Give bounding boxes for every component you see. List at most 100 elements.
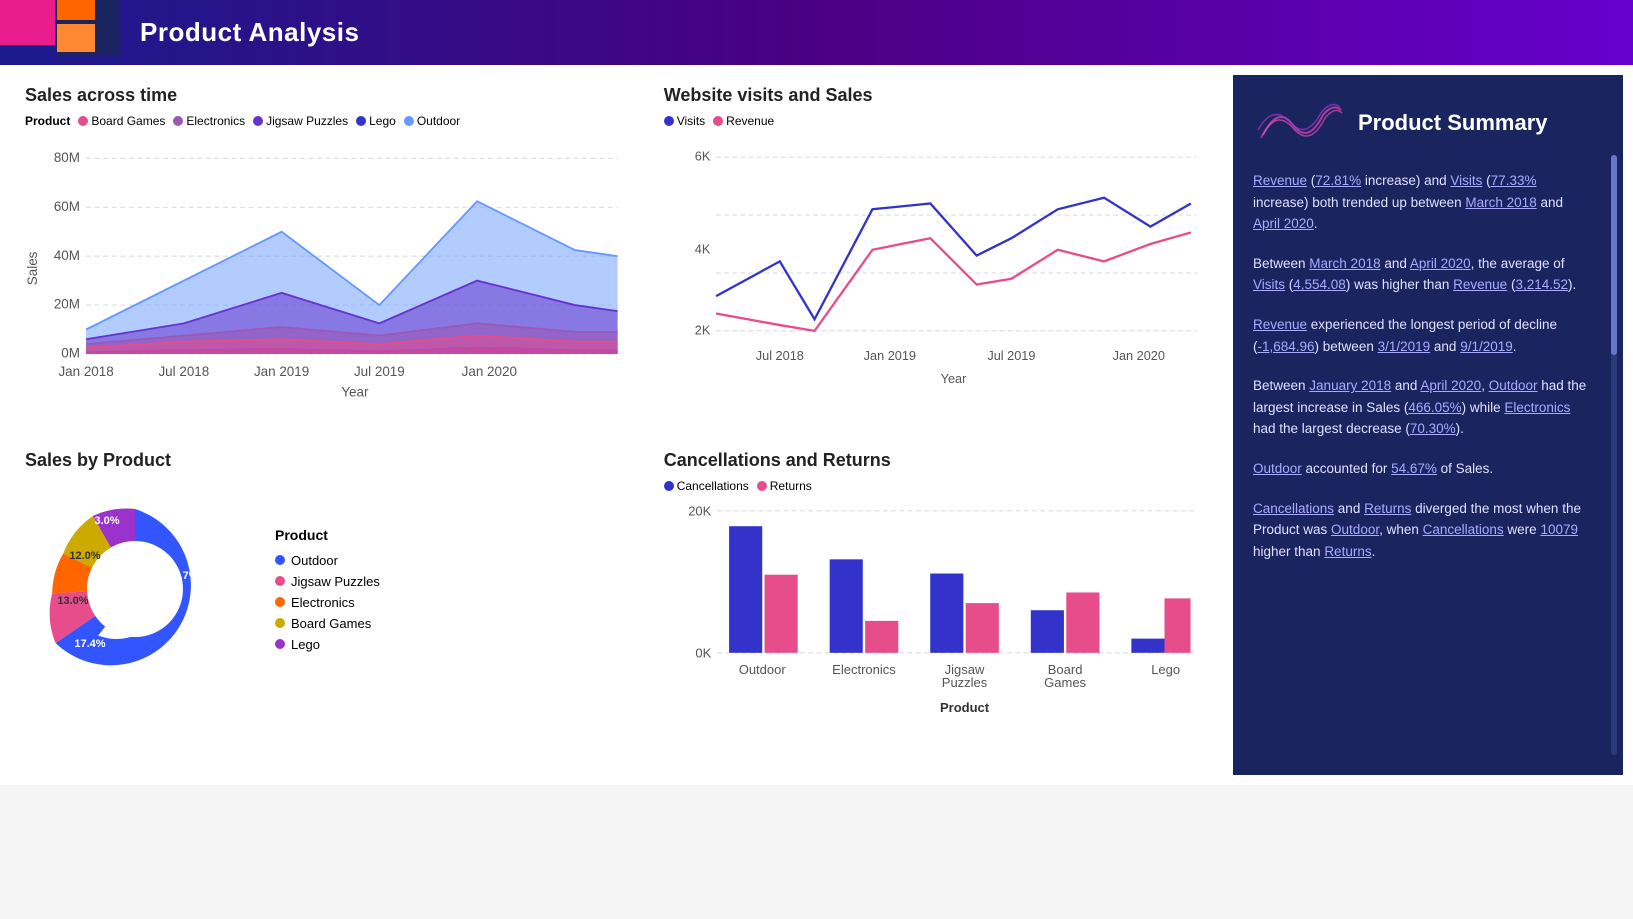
link-start-date[interactable]: 3/1/2019: [1378, 339, 1431, 354]
charts-row-1: Sales across time Product Board Games El…: [10, 75, 1223, 430]
bar-jigsaw-cancellations: [930, 574, 963, 653]
svg-text:Electronics: Electronics: [832, 662, 896, 677]
link-outdoor-pct[interactable]: 466.05%: [1408, 400, 1461, 415]
link-end-date[interactable]: 9/1/2019: [1460, 339, 1513, 354]
donut-chart: 54.7% 17.4% 13.0% 12.0% 3.0%: [25, 489, 245, 689]
link-revenue-val[interactable]: 3,214.52: [1515, 277, 1568, 292]
legend-electronics: Electronics: [173, 114, 245, 128]
legend-item-lego: Lego: [275, 637, 380, 652]
website-visits-title: Website visits and Sales: [664, 85, 1208, 106]
summary-p5: Cancellations and Returns diverged the m…: [1253, 498, 1588, 563]
svg-text:Product: Product: [940, 700, 990, 715]
summary-p4: Outdoor accounted for 54.67% of Sales.: [1253, 458, 1588, 480]
legend-item-jigsaw: Jigsaw Puzzles: [275, 574, 380, 589]
link-march2018-2[interactable]: March 2018: [1309, 256, 1380, 271]
sales-by-product-title: Sales by Product: [25, 450, 624, 471]
svg-text:Jul 2019: Jul 2019: [987, 348, 1035, 363]
svg-text:Jan 2018: Jan 2018: [58, 364, 113, 379]
link-returns-2[interactable]: Returns: [1324, 544, 1371, 559]
logo-pink: [0, 0, 55, 45]
returns-dot: [757, 481, 767, 491]
legend-jigsaw: Jigsaw Puzzles: [253, 114, 348, 128]
svg-text:17.4%: 17.4%: [74, 638, 105, 650]
svg-text:2K: 2K: [694, 322, 710, 337]
link-april2020-2[interactable]: April 2020: [1410, 256, 1471, 271]
svg-text:54.7%: 54.7%: [167, 570, 198, 582]
link-visits-val[interactable]: 4,554.08: [1293, 277, 1346, 292]
legend-cancellations: Cancellations: [664, 479, 749, 493]
visits-dot: [664, 116, 674, 126]
svg-text:Jul 2019: Jul 2019: [354, 364, 405, 379]
donut-container: 54.7% 17.4% 13.0% 12.0% 3.0% Product Out…: [25, 479, 624, 699]
link-revenue[interactable]: Revenue: [1253, 173, 1307, 188]
link-april2020-3[interactable]: April 2020: [1420, 378, 1481, 393]
legend-revenue: Revenue: [713, 114, 774, 128]
link-electronics[interactable]: Electronics: [1504, 400, 1570, 415]
svg-text:Year: Year: [341, 385, 369, 400]
link-outdoor-share[interactable]: 54.67%: [1391, 461, 1437, 476]
svg-text:4K: 4K: [694, 241, 710, 256]
legend-label: Product: [25, 114, 70, 128]
summary-header: Product Summary: [1253, 95, 1603, 150]
lego-dot: [356, 116, 366, 126]
legend-jigsaw-dot: [275, 576, 285, 586]
bar-outdoor-returns: [764, 575, 797, 653]
legend-electronics-dot: [275, 597, 285, 607]
svg-text:80M: 80M: [54, 150, 80, 165]
page-title: Product Analysis: [140, 17, 359, 48]
svg-text:Lego: Lego: [1151, 662, 1180, 677]
scrollbar-thumb[interactable]: [1611, 155, 1617, 355]
legend-item-outdoor: Outdoor: [275, 553, 380, 568]
svg-text:Jan 2020: Jan 2020: [1112, 348, 1164, 363]
link-cancellations-2[interactable]: Cancellations: [1423, 522, 1504, 537]
logo-orange-bottom: [57, 24, 95, 52]
link-revenue-avg[interactable]: Revenue: [1453, 277, 1507, 292]
summary-p0: Revenue (72.81% increase) and Visits (77…: [1253, 170, 1588, 235]
svg-text:Jan 2020: Jan 2020: [462, 364, 517, 379]
cancellations-legend: Cancellations Returns: [664, 479, 1208, 493]
jigsaw-dot: [253, 116, 263, 126]
cancellations-title: Cancellations and Returns: [664, 450, 1208, 471]
link-visits[interactable]: Visits: [1450, 173, 1482, 188]
svg-text:0M: 0M: [61, 346, 80, 361]
sales-legend: Product Board Games Electronics Jigsaw P…: [25, 114, 624, 128]
link-revenue-decline[interactable]: Revenue: [1253, 317, 1307, 332]
svg-text:Jan 2019: Jan 2019: [254, 364, 309, 379]
legend-outdoor: Outdoor: [404, 114, 460, 128]
link-electronics-pct[interactable]: 70.30%: [1410, 421, 1456, 436]
svg-text:Jul 2018: Jul 2018: [158, 364, 209, 379]
link-outdoor-2[interactable]: Outdoor: [1253, 461, 1302, 476]
revenue-dot: [713, 116, 723, 126]
bar-jigsaw-returns: [965, 603, 998, 653]
summary-panel: Product Summary Revenue (72.81% increase…: [1233, 75, 1623, 775]
link-visits-pct[interactable]: 77.33%: [1491, 173, 1537, 188]
legend-visits: Visits: [664, 114, 705, 128]
link-returns[interactable]: Returns: [1364, 501, 1411, 516]
summary-p1: Between March 2018 and April 2020, the a…: [1253, 253, 1588, 296]
link-outdoor[interactable]: Outdoor: [1489, 378, 1538, 393]
link-march2018[interactable]: March 2018: [1465, 195, 1536, 210]
link-revenue-pct[interactable]: 72.81%: [1315, 173, 1361, 188]
link-jan2018[interactable]: January 2018: [1309, 378, 1391, 393]
summary-p3: Between January 2018 and April 2020, Out…: [1253, 375, 1588, 440]
link-april2020[interactable]: April 2020: [1253, 216, 1314, 231]
cancellations-chart: 20K 0K: [664, 499, 1208, 736]
legend-item-electronics: Electronics: [275, 595, 380, 610]
svg-text:Jul 2018: Jul 2018: [755, 348, 803, 363]
svg-text:Year: Year: [940, 371, 966, 386]
logo-orange-top: [57, 0, 95, 20]
link-diff-val[interactable]: 10079: [1540, 522, 1578, 537]
link-cancellations[interactable]: Cancellations: [1253, 501, 1334, 516]
summary-waves-icon: [1253, 95, 1343, 150]
svg-text:Outdoor: Outdoor: [738, 662, 786, 677]
link-visits-avg[interactable]: Visits: [1253, 277, 1285, 292]
scrollbar-track: [1611, 155, 1617, 755]
logo: [0, 0, 120, 70]
svg-text:13.0%: 13.0%: [57, 595, 88, 607]
link-outdoor-3[interactable]: Outdoor: [1331, 522, 1379, 537]
cancellations-panel: Cancellations and Returns Cancellations …: [649, 440, 1223, 751]
bar-boardgames-cancellations: [1031, 610, 1064, 653]
link-decline-val[interactable]: -1,684.96: [1258, 339, 1315, 354]
bar-boardgames-returns: [1066, 593, 1099, 653]
cancellations-dot: [664, 481, 674, 491]
